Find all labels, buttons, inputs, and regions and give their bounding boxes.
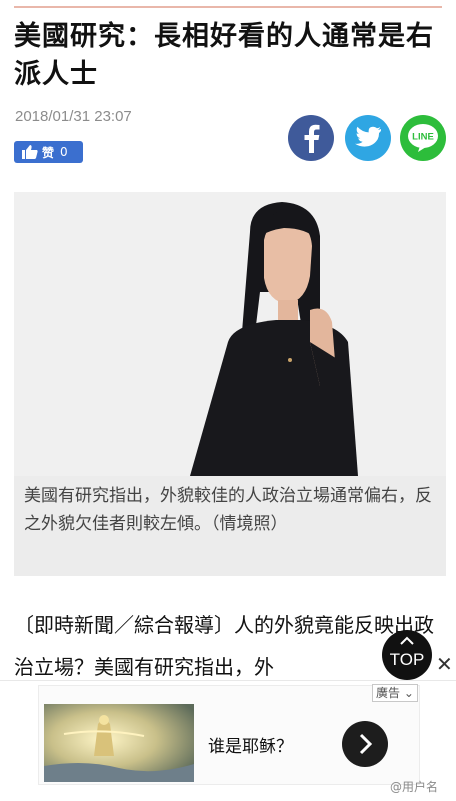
line-label: LINE <box>412 132 434 143</box>
twitter-share-button[interactable] <box>345 115 391 161</box>
ad-label-text: 廣告 <box>376 686 401 700</box>
thumbs-up-icon <box>22 145 38 159</box>
facebook-icon <box>304 124 320 153</box>
like-button[interactable]: 赞 0 <box>14 141 83 163</box>
weibo-watermark: @用户名 <box>390 780 439 794</box>
line-share-button[interactable]: LINE <box>400 115 446 161</box>
facebook-share-button[interactable] <box>288 115 334 161</box>
photo-caption: 美國有研究指出，外貌較佳的人政治立場通常偏右，反之外貌欠佳者則較左傾。（情境照） <box>24 486 432 534</box>
publish-date: 2018/01/31 23:07 <box>15 108 132 125</box>
article-photo <box>14 192 446 476</box>
ad-headline[interactable]: 谁是耶稣？ <box>208 732 293 757</box>
line-icon: LINE <box>408 124 438 152</box>
twitter-icon <box>355 126 381 147</box>
scroll-to-top-button[interactable]: TOP <box>382 630 432 680</box>
close-icon: ✕ <box>436 652 453 676</box>
chevron-up-icon <box>400 636 414 645</box>
ad-label: 廣告 ⌄ <box>372 684 418 702</box>
ad-go-button[interactable] <box>342 721 388 767</box>
article-body: 〔即時新聞／綜合報導〕人的外貌竟能反映出政治立場？美國有研究指出，外 <box>14 613 434 679</box>
like-count: 0 <box>60 145 68 159</box>
like-label: 赞 <box>42 145 55 160</box>
close-ad-button[interactable]: ✕ <box>436 654 453 674</box>
top-divider <box>14 6 442 8</box>
chevron-down-icon: ⌄ <box>403 686 414 700</box>
chevron-right-icon <box>359 733 373 755</box>
photo-caption-box: 美國有研究指出，外貌較佳的人政治立場通常偏右，反之外貌欠佳者則較左傾。（情境照） <box>14 476 446 576</box>
article-title: 美國研究：長相好看的人通常是右派人士 <box>14 21 434 90</box>
scroll-top-label: TOP <box>389 650 425 669</box>
ad-image[interactable] <box>44 704 194 782</box>
